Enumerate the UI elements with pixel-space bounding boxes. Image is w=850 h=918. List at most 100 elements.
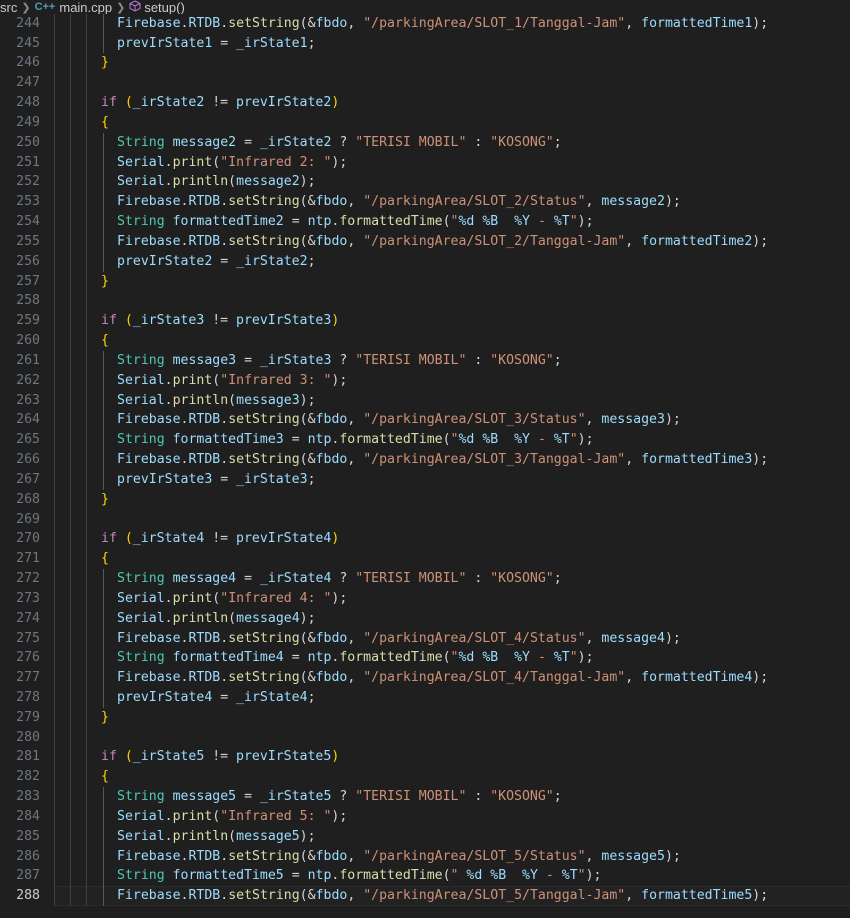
code-token: %Y <box>522 868 538 884</box>
code-token: = <box>283 650 308 666</box>
code-line[interactable]: 279} <box>0 707 850 728</box>
indent-guide <box>54 152 55 173</box>
code-line[interactable]: 253 Firebase.RTDB.setString(&fbdo, "/park… <box>0 192 850 213</box>
code-token: ); <box>577 214 594 230</box>
indent-guide <box>86 529 87 550</box>
code-line[interactable]: 275 Firebase.RTDB.setString(&fbdo, "/park… <box>0 628 850 649</box>
code-token: = <box>212 35 237 51</box>
code-line[interactable]: 286 Firebase.RTDB.setString(&fbdo, "/park… <box>0 846 850 867</box>
code-text: Serial.println(message5); <box>117 827 316 847</box>
indent-guide-active <box>103 787 104 807</box>
code-line[interactable]: 252 Serial.println(message2); <box>0 172 850 193</box>
code-line[interactable]: 257} <box>0 271 850 292</box>
code-editor[interactable]: 243String formattedTime1 = ntp.formatted… <box>0 0 850 907</box>
code-text: } <box>101 272 109 292</box>
code-line[interactable]: 267 prevIrState3 = _irState3; <box>0 469 850 490</box>
breadcrumb-symbol[interactable]: setup() <box>129 0 185 14</box>
code-line[interactable]: 287 String formattedTime5 = ntp.formatted… <box>0 866 850 887</box>
code-line[interactable]: 264 Firebase.RTDB.setString(&fbdo, "/park… <box>0 410 850 431</box>
code-token: println <box>172 610 229 626</box>
code-token: fbdo <box>315 412 348 428</box>
breadcrumb-folder[interactable]: src <box>0 0 17 14</box>
code-line[interactable]: 254 String formattedTime2 = ntp.formatted… <box>0 212 850 232</box>
code-token: ); <box>585 868 602 884</box>
breadcrumb-file-label: main.cpp <box>59 0 113 14</box>
indent-guide <box>70 331 71 351</box>
breadcrumb-file[interactable]: C++ main.cpp <box>35 0 113 14</box>
code-line[interactable]: 282 { <box>0 767 850 788</box>
code-token: formattedTime3 <box>641 452 753 468</box>
code-token: . <box>220 670 229 686</box>
code-token: %T <box>561 868 578 884</box>
code-token: "/parkingArea/SLOT_5/Tanggal-Jam" <box>363 888 626 904</box>
code-line[interactable]: 281 if (_irState5 != prevIrState5) <box>0 747 850 768</box>
code-line[interactable]: 245 prevIrState1 = _irState1; <box>0 33 850 54</box>
indent-guide <box>70 350 71 371</box>
code-line[interactable]: 251 Serial.print("Infrared 2: "); <box>0 152 850 173</box>
line-number: 280 <box>16 729 40 745</box>
indent-guide <box>70 33 71 54</box>
code-token: "TERISI MOBIL" <box>355 134 467 150</box>
code-token: "/parkingArea/SLOT_2/Tanggal-Jam" <box>363 233 626 249</box>
indent-guide <box>86 628 87 649</box>
code-line[interactable]: 274 Serial.println(message4); <box>0 608 850 629</box>
code-line[interactable]: 247 <box>0 73 850 94</box>
code-line[interactable]: 276 String formattedTime4 = ntp.formatted… <box>0 648 850 669</box>
code-line[interactable]: 268} <box>0 489 850 510</box>
code-line[interactable]: 278 prevIrState4 = _irState4; <box>0 687 850 708</box>
code-line[interactable]: 288 Firebase.RTDB.setString(&fbdo, "/park… <box>0 886 850 907</box>
code-line[interactable]: 263 Serial.println(message3); <box>0 390 850 411</box>
code-line[interactable]: 244 Firebase.RTDB.setString(&fbdo, "/park… <box>0 13 850 34</box>
code-line[interactable]: 283 String message5 = _irState5 ? "TERISI… <box>0 787 850 807</box>
line-number: 245 <box>16 35 40 51</box>
code-line[interactable]: 273 Serial.print("Infrared 4: "); <box>0 588 850 609</box>
code-line[interactable]: 271 { <box>0 549 850 570</box>
code-text: prevIrState3 = _irState3; <box>117 470 316 490</box>
code-line[interactable]: 266 Firebase.RTDB.setString(&fbdo, "/park… <box>0 450 850 470</box>
code-line[interactable]: 259 if (_irState3 != prevIrState3) <box>0 311 850 332</box>
code-token: ); <box>752 452 769 468</box>
code-token: " <box>569 650 578 666</box>
code-line[interactable]: 248 if (_irState2 != prevIrState2) <box>0 93 850 113</box>
code-text: String formattedTime3 = ntp.formattedTim… <box>117 430 594 450</box>
indent-guide <box>54 93 55 113</box>
code-token: "TERISI MOBIL" <box>355 352 467 368</box>
code-line[interactable]: 265 String formattedTime3 = ntp.formatted… <box>0 430 850 451</box>
indent-guide <box>86 787 87 807</box>
code-token: "/parkingArea/SLOT_4/Status" <box>363 630 586 646</box>
code-line[interactable]: 284 Serial.print("Infrared 5: "); <box>0 806 850 827</box>
code-line[interactable]: 261 String message3 = _irState3 ? "TERISI… <box>0 350 850 371</box>
indent-guide <box>86 331 87 351</box>
code-text: Firebase.RTDB.setString(&fbdo, "/parking… <box>117 847 681 867</box>
code-token: RTDB <box>188 888 221 904</box>
code-token: println <box>172 392 229 408</box>
indent-guide-active <box>103 668 104 688</box>
code-token: prevIrState4 <box>117 689 213 705</box>
code-token: . <box>164 392 173 408</box>
code-line[interactable]: 255 Firebase.RTDB.setString(&fbdo, "/park… <box>0 231 850 252</box>
code-line[interactable]: 269 <box>0 509 850 530</box>
code-token: Firebase <box>117 848 181 864</box>
code-line[interactable]: 256 prevIrState2 = _irState2; <box>0 251 850 272</box>
code-line[interactable]: 285 Serial.println(message5); <box>0 826 850 847</box>
code-line[interactable]: 249 { <box>0 112 850 133</box>
code-token: formattedTime3 <box>172 432 284 448</box>
line-number: 264 <box>16 412 40 428</box>
code-line[interactable]: 280 <box>0 727 850 748</box>
code-line[interactable]: 262 Serial.print("Infrared 3: "); <box>0 370 850 391</box>
code-token: != <box>204 95 237 111</box>
code-line[interactable]: 277 Firebase.RTDB.setString(&fbdo, "/park… <box>0 668 850 688</box>
code-line[interactable]: 246} <box>0 53 850 74</box>
code-token: " <box>450 868 467 884</box>
indent-guide <box>70 489 71 510</box>
indent-guide <box>86 390 87 411</box>
code-token: } <box>101 491 109 507</box>
line-number: 277 <box>16 670 40 686</box>
code-line[interactable]: 272 String message4 = _irState4 ? "TERISI… <box>0 569 850 589</box>
indent-guide <box>86 668 87 688</box>
code-line[interactable]: 260 { <box>0 331 850 351</box>
code-line[interactable]: 250 String message2 = _irState2 ? "TERISI… <box>0 132 850 153</box>
code-line[interactable]: 258 <box>0 291 850 312</box>
code-line[interactable]: 270 if (_irState4 != prevIrState4) <box>0 529 850 550</box>
